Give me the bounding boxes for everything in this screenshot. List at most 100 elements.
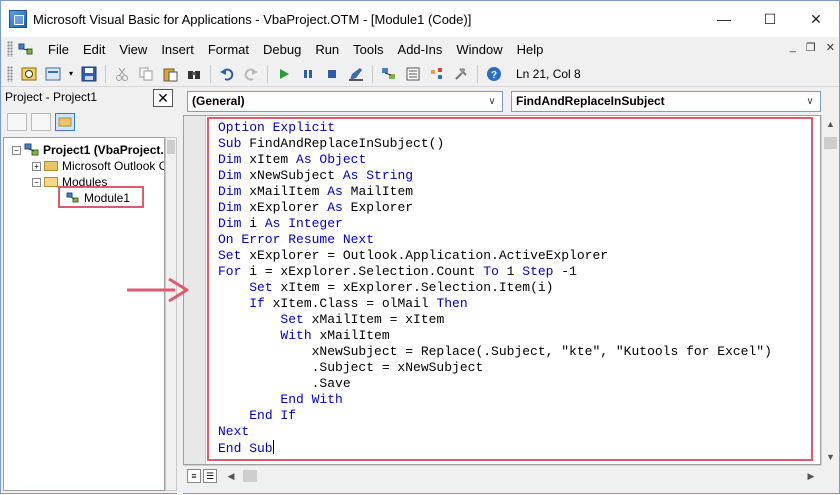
procedure-view-icon[interactable]: ≡ bbox=[187, 469, 201, 483]
menu-run[interactable]: Run bbox=[308, 42, 346, 57]
code-line[interactable]: Option Explicit bbox=[218, 120, 772, 136]
code-token: Explorer bbox=[350, 200, 414, 215]
redo-icon[interactable] bbox=[241, 64, 261, 84]
code-line[interactable]: Dim xNewSubject As String bbox=[218, 168, 772, 184]
code-token: i bbox=[249, 216, 265, 231]
mdi-close-button[interactable]: ✕ bbox=[826, 41, 835, 54]
resize-grip-icon[interactable] bbox=[821, 465, 839, 487]
mdi-minimize-button[interactable]: _ bbox=[790, 41, 796, 54]
code-text[interactable]: Option Explicit Sub FindAndReplaceInSubje… bbox=[218, 120, 772, 456]
code-line[interactable]: With xMailItem bbox=[218, 328, 772, 344]
code-line[interactable]: Dim i As Integer bbox=[218, 216, 772, 232]
menu-debug[interactable]: Debug bbox=[256, 42, 308, 57]
menu-bar: File Edit View Insert Format Debug Run T… bbox=[1, 37, 839, 61]
tree-item-outlook-objects[interactable]: + Microsoft Outlook Obj bbox=[32, 158, 164, 174]
cut-icon[interactable] bbox=[112, 64, 132, 84]
toolbox-icon[interactable] bbox=[451, 64, 471, 84]
object-combo[interactable]: (General) ∨ bbox=[187, 91, 503, 112]
code-line[interactable]: Next bbox=[218, 424, 772, 440]
module-menu-icon[interactable] bbox=[17, 41, 35, 57]
scroll-up-icon[interactable]: ▲ bbox=[822, 115, 839, 132]
code-line[interactable]: If xItem.Class = olMail Then bbox=[218, 296, 772, 312]
code-line[interactable]: .Save bbox=[218, 376, 772, 392]
code-token: i = xExplorer.Selection.Count bbox=[249, 264, 484, 279]
insert-module-icon[interactable] bbox=[43, 64, 63, 84]
code-line[interactable]: End With bbox=[218, 392, 772, 408]
menu-tools[interactable]: Tools bbox=[346, 42, 390, 57]
project-panel-close-button[interactable]: ✕ bbox=[153, 89, 173, 107]
scrollbar-thumb[interactable] bbox=[824, 137, 837, 149]
menu-file[interactable]: File bbox=[41, 42, 76, 57]
code-line[interactable]: For i = xExplorer.Selection.Count To 1 S… bbox=[218, 264, 772, 280]
toolbar-grip-icon[interactable] bbox=[7, 65, 13, 82]
code-token: xMailItem = xItem bbox=[311, 312, 445, 327]
code-line[interactable]: .Subject = xNewSubject bbox=[218, 360, 772, 376]
code-line[interactable]: xNewSubject = Replace(.Subject, "kte", "… bbox=[218, 344, 772, 360]
scrollbar-thumb[interactable] bbox=[167, 140, 175, 154]
find-icon[interactable] bbox=[184, 64, 204, 84]
code-line[interactable]: Set xExplorer = Outlook.Application.Acti… bbox=[218, 248, 772, 264]
view-object-button[interactable] bbox=[31, 113, 51, 131]
code-editor[interactable]: Option Explicit Sub FindAndReplaceInSubje… bbox=[183, 115, 821, 465]
maximize-button[interactable]: ☐ bbox=[747, 1, 793, 37]
chevron-down-icon[interactable]: ∨ bbox=[484, 93, 500, 110]
save-icon[interactable] bbox=[79, 64, 99, 84]
reset-icon[interactable] bbox=[322, 64, 342, 84]
run-icon[interactable] bbox=[274, 64, 294, 84]
collapse-icon[interactable]: − bbox=[32, 177, 41, 187]
insert-dropdown-icon[interactable]: ▾ bbox=[67, 64, 75, 84]
project-tree-scrollbar[interactable] bbox=[165, 137, 177, 491]
annotation-arrow-icon bbox=[127, 277, 189, 303]
menu-window[interactable]: Window bbox=[449, 42, 509, 57]
code-line[interactable]: Dim xItem As Object bbox=[218, 152, 772, 168]
code-line[interactable]: End If bbox=[218, 408, 772, 424]
menu-format[interactable]: Format bbox=[201, 42, 256, 57]
code-vertical-scrollbar[interactable]: ▲ ▼ bbox=[821, 115, 839, 465]
chevron-down-icon[interactable]: ∨ bbox=[802, 93, 818, 110]
procedure-combo[interactable]: FindAndReplaceInSubject ∨ bbox=[511, 91, 821, 112]
menu-view[interactable]: View bbox=[112, 42, 154, 57]
undo-icon[interactable] bbox=[217, 64, 237, 84]
code-line[interactable]: Set xMailItem = xItem bbox=[218, 312, 772, 328]
copy-icon[interactable] bbox=[136, 64, 156, 84]
properties-window-icon[interactable] bbox=[403, 64, 423, 84]
menu-add-ins[interactable]: Add-Ins bbox=[391, 42, 450, 57]
code-line[interactable]: End Sub bbox=[218, 440, 772, 456]
toggle-folders-button[interactable] bbox=[55, 113, 75, 131]
help-icon[interactable]: ? bbox=[484, 64, 504, 84]
design-mode-icon[interactable] bbox=[346, 64, 366, 84]
view-outlook-icon[interactable] bbox=[19, 64, 39, 84]
break-icon[interactable] bbox=[298, 64, 318, 84]
code-keyword: Dim bbox=[218, 200, 250, 215]
scroll-down-icon[interactable]: ▼ bbox=[822, 448, 839, 465]
view-code-button[interactable] bbox=[7, 113, 27, 131]
vba-app-icon bbox=[9, 10, 27, 28]
code-horizontal-scrollbar[interactable]: ≡ ☰ ◀ ▶ bbox=[183, 465, 821, 487]
code-token: 1 bbox=[506, 264, 523, 279]
menu-edit[interactable]: Edit bbox=[76, 42, 112, 57]
project-explorer-icon[interactable] bbox=[379, 64, 399, 84]
code-line[interactable]: On Error Resume Next bbox=[218, 232, 772, 248]
close-button[interactable]: ✕ bbox=[793, 1, 839, 37]
code-line[interactable]: Sub FindAndReplaceInSubject() bbox=[218, 136, 772, 152]
menubar-grip-icon[interactable] bbox=[7, 41, 13, 57]
paste-icon[interactable] bbox=[160, 64, 180, 84]
menu-insert[interactable]: Insert bbox=[154, 42, 201, 57]
object-browser-icon[interactable] bbox=[427, 64, 447, 84]
collapse-icon[interactable]: − bbox=[12, 145, 21, 155]
tree-item-project[interactable]: − Project1 (VbaProject.( bbox=[12, 142, 164, 158]
menu-help[interactable]: Help bbox=[510, 42, 551, 57]
code-line[interactable]: Dim xExplorer As Explorer bbox=[218, 200, 772, 216]
code-line[interactable]: Set xItem = xExplorer.Selection.Item(i) bbox=[218, 280, 772, 296]
code-token: xMailItem bbox=[249, 184, 328, 199]
full-module-view-icon[interactable]: ☰ bbox=[203, 469, 217, 483]
scroll-left-icon[interactable]: ◀ bbox=[223, 468, 239, 484]
minimize-button[interactable]: — bbox=[701, 1, 747, 37]
expand-icon[interactable]: + bbox=[32, 161, 41, 171]
code-keyword: Dim bbox=[218, 168, 250, 183]
scroll-right-icon[interactable]: ▶ bbox=[803, 468, 819, 484]
mdi-restore-button[interactable]: ❐ bbox=[806, 41, 816, 54]
scrollbar-thumb[interactable] bbox=[243, 470, 257, 482]
code-line[interactable]: Dim xMailItem As MailItem bbox=[218, 184, 772, 200]
